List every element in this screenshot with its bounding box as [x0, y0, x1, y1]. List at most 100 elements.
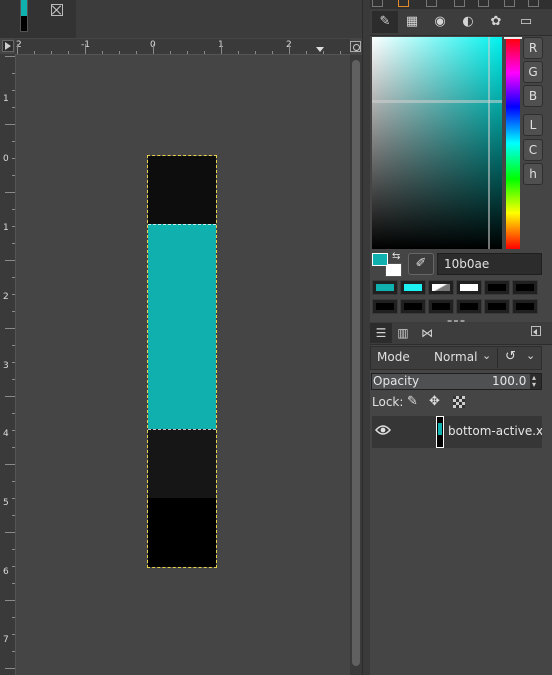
foreground-color-swatch[interactable] [372, 253, 388, 266]
ruler-label: 1 [3, 223, 9, 233]
ruler-tick [187, 51, 188, 54]
ruler-tick [238, 51, 239, 54]
color-history-swatch[interactable] [456, 280, 482, 295]
opacity-value[interactable]: 100.0 [492, 374, 526, 388]
panel-menu-icon[interactable] [531, 326, 541, 336]
ruler-label: 7 [3, 635, 9, 645]
scales-icon[interactable]: ▭ [513, 11, 539, 33]
layers-icon[interactable]: ☰ [370, 323, 392, 343]
color-history-swatch[interactable] [372, 299, 398, 314]
chevron-down-icon[interactable]: ⌄ [482, 349, 491, 362]
color-history-swatch[interactable] [400, 299, 426, 314]
document-icon[interactable] [504, 0, 515, 7]
ruler-tick [85, 44, 86, 54]
eyedropper-icon: ✐ [415, 256, 427, 271]
image-icon[interactable] [528, 0, 539, 7]
composite-mode-icon[interactable]: ↺ [505, 349, 516, 364]
channel-b-button[interactable]: B [523, 85, 543, 107]
gradient-icon[interactable] [454, 0, 465, 7]
ruler-position-marker [316, 47, 324, 52]
ruler-tick [12, 209, 15, 210]
color-history-swatch[interactable] [456, 299, 482, 314]
ruler-tick [12, 617, 15, 618]
ruler-tick [12, 362, 15, 363]
horizontal-ruler[interactable]: 2 -1 0 1 2 [15, 39, 350, 55]
ruler-tick [68, 51, 69, 54]
gimp-logo-icon[interactable]: ✎ [372, 11, 398, 33]
color-history-swatch[interactable] [512, 299, 538, 314]
ruler-tick [5, 124, 15, 125]
vertical-ruler[interactable]: 1 0 1 2 3 4 5 6 7 [0, 54, 16, 675]
color-history-swatch[interactable] [400, 280, 426, 295]
ruler-tick [12, 413, 15, 414]
channel-g-button[interactable]: G [523, 61, 543, 83]
ruler-tick [221, 44, 222, 54]
ruler-tick [12, 345, 15, 346]
image-tab-thumbnail[interactable] [20, 0, 28, 32]
ruler-tick [12, 73, 15, 74]
eye-icon[interactable] [375, 424, 391, 436]
ruler-tick [340, 51, 341, 54]
divider [497, 348, 498, 368]
color-history-swatch[interactable] [512, 280, 538, 295]
channels-icon[interactable]: ▥ [392, 323, 414, 343]
tool-icon[interactable] [372, 0, 383, 7]
quick-mask-toggle[interactable] [2, 40, 14, 52]
pattern-icon[interactable] [426, 0, 437, 7]
channel-c-button[interactable]: C [523, 139, 543, 161]
ruler-tick [17, 44, 18, 54]
color-history-swatch[interactable] [428, 280, 454, 295]
ruler-tick [5, 396, 15, 397]
brush-icon[interactable] [398, 0, 409, 7]
channel-l-button[interactable]: L [523, 114, 543, 136]
ruler-tick [34, 51, 35, 54]
chevron-down-icon[interactable]: ⌄ [526, 349, 535, 362]
channel-h-button[interactable]: h [523, 163, 543, 185]
opacity-label: Opacity [373, 374, 420, 388]
color-saturation-value-square[interactable] [372, 37, 502, 249]
swap-colors-icon[interactable]: ⇆ [392, 251, 400, 262]
close-icon[interactable] [51, 4, 63, 16]
triangle-icon[interactable]: ◐ [455, 11, 481, 33]
hex-color-field[interactable]: 10b0ae [437, 253, 542, 275]
palette-icon[interactable]: ✿ [483, 11, 509, 33]
layer-thumbnail[interactable] [436, 416, 444, 448]
lock-label: Lock: [372, 395, 404, 409]
layer-name[interactable]: bottom-active.xp [448, 424, 542, 438]
ruler-label: 5 [3, 498, 9, 508]
ruler-label: 6 [3, 567, 9, 577]
color-history-swatch[interactable] [428, 299, 454, 314]
triangle-right-icon [5, 42, 11, 50]
paths-icon[interactable]: ⋈ [416, 323, 438, 343]
ruler-tick [119, 51, 120, 54]
lock-position-icon[interactable]: ✥ [429, 394, 440, 409]
watercolor-icon[interactable]: ◉ [427, 11, 453, 33]
lock-alpha-icon[interactable] [453, 396, 465, 408]
lock-pixels-icon[interactable]: ✎ [407, 394, 418, 409]
scale-icon[interactable]: ▦ [399, 11, 425, 33]
ruler-tick [12, 515, 15, 516]
navigate-icon[interactable] [350, 41, 361, 52]
ruler-tick [12, 141, 15, 142]
mode-label: Mode [377, 350, 410, 364]
scrollbar-thumb[interactable] [352, 60, 360, 666]
ruler-tick [12, 634, 15, 635]
ruler-label: 0 [3, 154, 9, 164]
channel-r-button[interactable]: R [523, 37, 543, 59]
ruler-tick [12, 447, 15, 448]
hue-strip[interactable] [506, 37, 520, 249]
spin-arrows-icon[interactable]: ▴ ▾ [532, 374, 536, 389]
mode-dropdown[interactable]: Normal [434, 350, 477, 364]
color-picker-button[interactable]: ✐ [408, 253, 434, 275]
color-selector-tabs: ✎ ▦ ◉ ◐ ✿ ▭ [370, 9, 552, 36]
image-tab[interactable] [0, 0, 76, 38]
color-history-swatch[interactable] [484, 299, 510, 314]
ruler-tick [5, 532, 15, 533]
ruler-tick [5, 600, 15, 601]
color-history-swatch[interactable] [372, 280, 398, 295]
ruler-tick [12, 226, 15, 227]
color-history-swatch[interactable] [484, 280, 510, 295]
ruler-tick [12, 158, 15, 159]
font-icon[interactable] [478, 0, 489, 7]
ruler-tick [12, 90, 15, 91]
